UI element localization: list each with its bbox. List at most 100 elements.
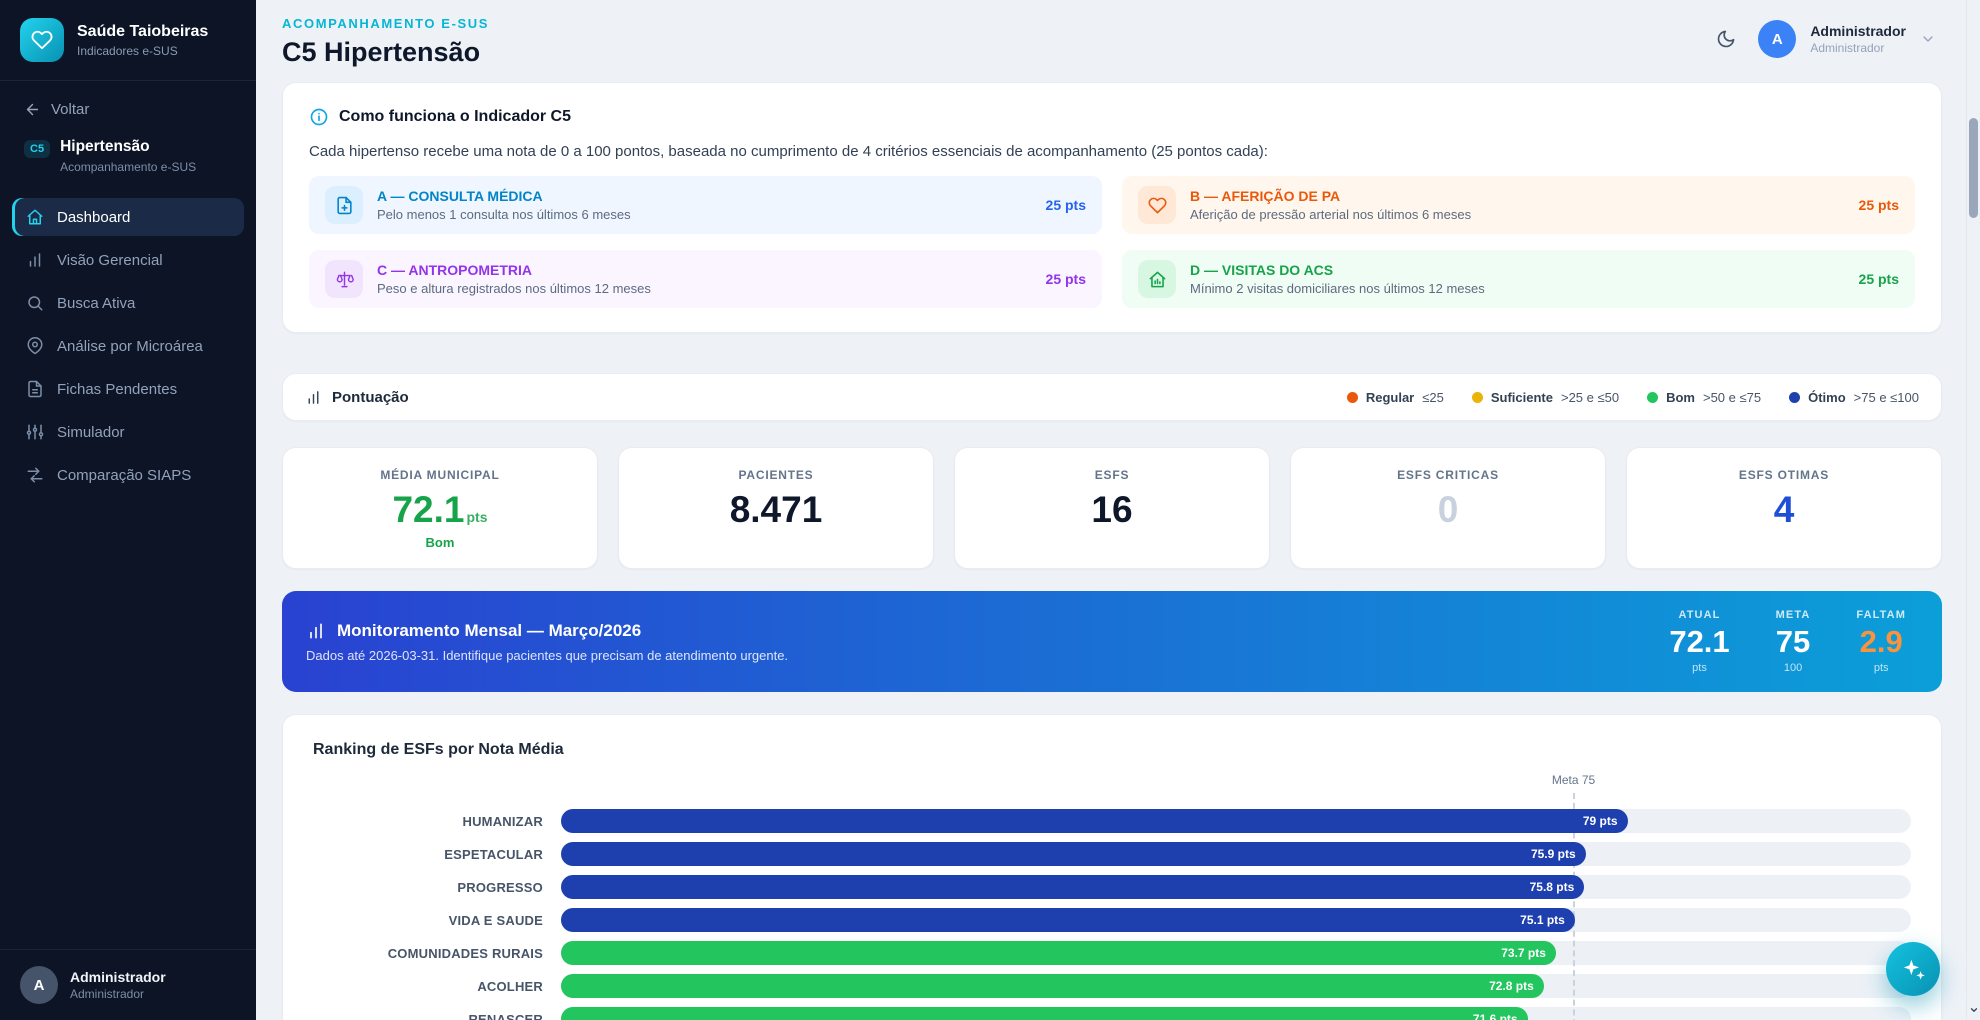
sidebar-item-label: Visão Gerencial xyxy=(57,252,163,269)
criterion-title: A — CONSULTA MÉDICA xyxy=(377,188,631,204)
criterion-title: D — VISITAS DO ACS xyxy=(1190,262,1485,278)
metric-label: ATUAL xyxy=(1669,609,1729,621)
criterion-desc: Peso e altura registrados nos últimos 12… xyxy=(377,281,651,296)
esf-name: VIDA E SAUDE xyxy=(313,913,561,928)
esf-bar[interactable]: 79 pts xyxy=(561,809,1628,833)
esf-bar[interactable]: 73.7 pts xyxy=(561,941,1556,965)
sidebar-item-label: Análise por Microárea xyxy=(57,338,203,355)
metric-value: 72.1 xyxy=(1669,626,1729,657)
esf-name: HUMANIZAR xyxy=(313,814,561,829)
user-name: Administrador xyxy=(70,969,166,985)
sidebar-nav: Dashboard Visão Gerencial Busca Ativa An… xyxy=(0,194,256,498)
legend-name: Suficiente xyxy=(1491,390,1553,405)
metric-faltam: FALTAM 2.9 pts xyxy=(1856,609,1906,674)
monitoring-banner: Monitoramento Mensal — Março/2026 Dados … xyxy=(282,591,1942,692)
bar-chart-icon xyxy=(305,389,322,406)
score-legend: Regular ≤25 Suficiente >25 e ≤50 Bom >50… xyxy=(1347,390,1919,405)
metric-label: FALTAM xyxy=(1856,609,1906,621)
stat-unit: pts xyxy=(467,509,488,525)
file-icon xyxy=(26,380,44,398)
stat-value: 16 xyxy=(965,491,1259,528)
user-menu[interactable]: Administrador Administrador xyxy=(1810,23,1906,55)
criterion-desc: Aferição de pressão arterial nos últimos… xyxy=(1190,207,1471,222)
breadcrumb: ACOMPANHAMENTO E-SUS xyxy=(282,16,489,31)
scrollbar-thumb[interactable] xyxy=(1969,118,1978,218)
esf-bar[interactable]: 75.8 pts xyxy=(561,875,1584,899)
arrow-left-icon xyxy=(24,101,41,118)
sidebar-item-busca-ativa[interactable]: Busca Ativa xyxy=(12,284,244,322)
bar-track: 73.7 pts xyxy=(561,941,1911,965)
stat-label: ESFS OTIMAS xyxy=(1637,468,1931,482)
criterion-desc: Mínimo 2 visitas domiciliares nos último… xyxy=(1190,281,1485,296)
sidebar-item-simulador[interactable]: Simulador xyxy=(12,413,244,451)
banner-subtitle: Dados até 2026-03-31. Identifique pacien… xyxy=(306,648,788,663)
brand-title: Saúde Taiobeiras xyxy=(77,23,208,41)
stat-label: MÉDIA MUNICIPAL xyxy=(293,468,587,482)
stat-value: 8.471 xyxy=(629,491,923,528)
criterion-title: B — AFERIÇÃO DE PA xyxy=(1190,188,1471,204)
criterion-points: 25 pts xyxy=(1847,197,1899,213)
compare-arrows-icon xyxy=(26,466,44,484)
moon-icon xyxy=(1716,29,1736,49)
medical-file-icon xyxy=(325,186,363,224)
explainer-description: Cada hipertenso recebe uma nota de 0 a 1… xyxy=(309,143,1915,160)
esf-bar[interactable]: 71.6 pts xyxy=(561,1007,1528,1020)
rank-row: ACOLHER 72.8 pts xyxy=(313,974,1911,998)
rank-row: PROGRESSO 75.8 pts xyxy=(313,875,1911,899)
bar-value-label: 72.8 pts xyxy=(1489,979,1534,993)
info-icon xyxy=(309,107,329,127)
sidebar-item-comparacao-siaps[interactable]: Comparação SIAPS xyxy=(12,456,244,494)
stat-label: PACIENTES xyxy=(629,468,923,482)
criterion-d: D — VISITAS DO ACS Mínimo 2 visitas domi… xyxy=(1122,250,1915,308)
stat-esfs: ESFS 16 xyxy=(954,447,1270,569)
scroll-down-arrow-icon[interactable] xyxy=(1967,1003,1980,1017)
criterion-title: C — ANTROPOMETRIA xyxy=(377,262,651,278)
metric-label: META xyxy=(1776,609,1811,621)
bar-value-label: 73.7 pts xyxy=(1501,946,1546,960)
esf-bar[interactable]: 72.8 pts xyxy=(561,974,1544,998)
criterion-b: B — AFERIÇÃO DE PA Aferição de pressão a… xyxy=(1122,176,1915,234)
rank-row: HUMANIZAR 79 pts xyxy=(313,809,1911,833)
esf-bar[interactable]: 75.1 pts xyxy=(561,908,1575,932)
theme-toggle-button[interactable] xyxy=(1708,21,1744,57)
rank-row: VIDA E SAUDE 75.1 pts xyxy=(313,908,1911,932)
app-logo xyxy=(20,18,64,62)
back-link[interactable]: Voltar xyxy=(0,81,256,126)
esf-name: ESPETACULAR xyxy=(313,847,561,862)
esf-name: PROGRESSO xyxy=(313,880,561,895)
criterion-points: 25 pts xyxy=(1034,197,1086,213)
sidebar-item-analise-microarea[interactable]: Análise por Microárea xyxy=(12,327,244,365)
stat-media-municipal: MÉDIA MUNICIPAL 72.1pts Bom xyxy=(282,447,598,569)
brand: Saúde Taiobeiras Indicadores e-SUS xyxy=(0,0,256,81)
criterion-c: C — ANTROPOMETRIA Peso e altura registra… xyxy=(309,250,1102,308)
legend-range: >25 e ≤50 xyxy=(1561,390,1619,405)
explainer-title: Como funciona o Indicador C5 xyxy=(339,108,571,126)
chevron-down-icon[interactable] xyxy=(1920,31,1936,47)
stat-label: ESFS CRITICAS xyxy=(1301,468,1595,482)
esf-bar[interactable]: 75.9 pts xyxy=(561,842,1586,866)
topbar: ACOMPANHAMENTO E-SUS C5 Hipertensão A Ad… xyxy=(256,0,1980,68)
bar-value-label: 75.8 pts xyxy=(1530,880,1575,894)
ranking-title: Ranking de ESFs por Nota Média xyxy=(313,741,1911,759)
sparkles-icon xyxy=(1900,956,1926,982)
bar-track: 75.8 pts xyxy=(561,875,1911,899)
bar-value-label: 79 pts xyxy=(1583,814,1618,828)
sidebar: Saúde Taiobeiras Indicadores e-SUS Volta… xyxy=(0,0,256,1020)
ranking-chart: Meta 75 HUMANIZAR 79 pts ESPETACULAR 75.… xyxy=(313,773,1911,1020)
stat-classification: Bom xyxy=(293,535,587,550)
sidebar-item-dashboard[interactable]: Dashboard xyxy=(12,198,244,236)
assistant-fab-button[interactable] xyxy=(1886,942,1940,996)
legend-range: >75 e ≤100 xyxy=(1854,390,1919,405)
metric-unit: pts xyxy=(1669,662,1729,674)
rank-row: RENASCER 71.6 pts xyxy=(313,1007,1911,1020)
sidebar-item-fichas-pendentes[interactable]: Fichas Pendentes xyxy=(12,370,244,408)
brand-subtitle: Indicadores e-SUS xyxy=(77,44,208,58)
sliders-icon xyxy=(26,423,44,441)
sidebar-user[interactable]: A Administrador Administrador xyxy=(0,949,256,1020)
sidebar-item-visao-gerencial[interactable]: Visão Gerencial xyxy=(12,241,244,279)
sidebar-item-label: Busca Ativa xyxy=(57,295,135,312)
legend-name: Regular xyxy=(1366,390,1414,405)
vertical-scrollbar[interactable] xyxy=(1966,0,1980,1020)
legend-item-otimo: Ótimo >75 e ≤100 xyxy=(1789,390,1919,405)
metric-atual: ATUAL 72.1 pts xyxy=(1669,609,1729,674)
